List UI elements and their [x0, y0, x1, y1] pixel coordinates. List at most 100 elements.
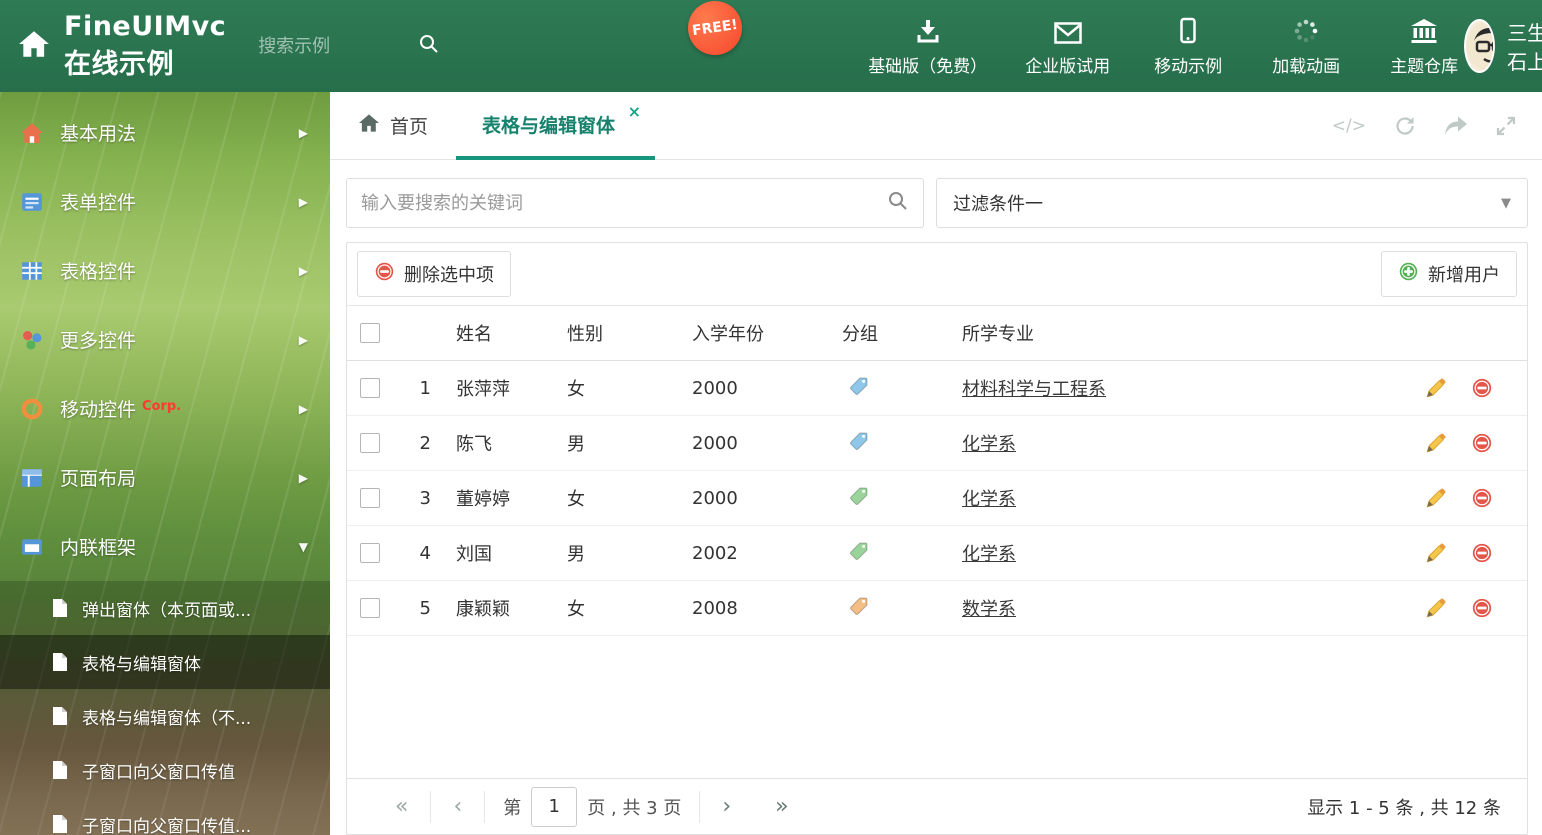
- delete-selected-label: 删除选中项: [404, 265, 494, 285]
- record-count-summary: 显示 1 - 5 条 , 共 12 条: [1307, 797, 1501, 819]
- sidebar-subitem[interactable]: 表格与编辑窗体: [0, 635, 330, 689]
- sidebar-item-label: 移动控件 Corp.: [60, 399, 182, 421]
- logo-group[interactable]: FineUIMvc在线示例: [0, 11, 226, 81]
- nav-enterprise-trial[interactable]: 企业版试用: [1025, 16, 1110, 77]
- add-user-button[interactable]: 新增用户: [1381, 251, 1517, 297]
- edit-pencil-icon[interactable]: [1425, 377, 1447, 399]
- sidebar-item-label: 基本用法: [60, 123, 137, 145]
- filter-dropdown-value: 过滤条件一: [953, 194, 1043, 215]
- user-menu[interactable]: 三生石上 ▼: [1464, 17, 1542, 75]
- row-checkbox[interactable]: [360, 433, 380, 453]
- close-icon[interactable]: ×: [628, 102, 641, 121]
- table-icon: [20, 259, 44, 283]
- page-suffix-label: 页 , 共 3 页: [587, 797, 682, 819]
- sidebar-subitem-label: 子窗口向父窗口传值...: [82, 816, 252, 835]
- row-checkbox[interactable]: [360, 488, 380, 508]
- nav-loading-animation[interactable]: 加载动画: [1266, 16, 1346, 77]
- edit-pencil-icon[interactable]: [1425, 432, 1447, 454]
- last-page-button[interactable]: »: [753, 794, 810, 819]
- row-checkbox[interactable]: [360, 543, 380, 563]
- sidebar-subitem[interactable]: 子窗口向父窗口传值...: [0, 797, 330, 835]
- chevron-right-icon: ▶: [298, 401, 308, 416]
- row-checkbox[interactable]: [360, 378, 380, 398]
- tab-tools: </>: [1332, 92, 1542, 159]
- page-number-group: 第 页 , 共 3 页: [485, 786, 699, 827]
- delete-row-icon[interactable]: [1471, 432, 1493, 454]
- delete-row-icon[interactable]: [1471, 597, 1493, 619]
- sidebar-item-basic-usage[interactable]: 基本用法 ▶: [0, 98, 330, 167]
- edit-pencil-icon[interactable]: [1425, 597, 1447, 619]
- sidebar-subitem[interactable]: 表格与编辑窗体（不...: [0, 689, 330, 743]
- share-icon[interactable]: [1444, 116, 1468, 136]
- select-all-checkbox[interactable]: [360, 323, 380, 343]
- tab-bar: 首页 表格与编辑窗体 × </>: [330, 92, 1542, 160]
- delete-row-icon[interactable]: [1471, 487, 1493, 509]
- mobile-icon: [1180, 16, 1196, 44]
- first-page-button[interactable]: «: [373, 794, 430, 819]
- home-icon: [18, 29, 50, 63]
- header-search[interactable]: [258, 33, 440, 59]
- major-link[interactable]: 材料科学与工程系: [962, 379, 1106, 400]
- column-major: 所学专业: [962, 324, 1034, 345]
- chevron-right-icon: ▶: [298, 263, 308, 278]
- prev-page-button[interactable]: ‹: [431, 794, 484, 819]
- sidebar-item-mobile-controls[interactable]: 移动控件 Corp. ▶: [0, 374, 330, 443]
- sidebar-item-label: 更多控件: [60, 330, 137, 352]
- sidebar-item-form-controls[interactable]: 表单控件 ▶: [0, 167, 330, 236]
- code-icon[interactable]: </>: [1332, 116, 1366, 136]
- sidebar-submenu: 弹出窗体（本页面或... 表格与编辑窗体 表格与编辑窗体（不... 子窗口向父窗…: [0, 581, 330, 835]
- tab-home-label: 首页: [390, 116, 429, 138]
- cell-gender: 女: [567, 379, 585, 400]
- sidebar-subitem[interactable]: 弹出窗体（本页面或...: [0, 581, 330, 635]
- keyword-search-input[interactable]: [361, 192, 887, 214]
- next-page-button[interactable]: ›: [700, 794, 753, 819]
- column-gender: 性别: [567, 324, 603, 345]
- nav-basic-free[interactable]: 基础版（免费）: [868, 16, 987, 77]
- spinner-icon: [1293, 16, 1319, 44]
- avatar[interactable]: [1464, 19, 1496, 73]
- nav-mobile-demo[interactable]: 移动示例: [1148, 16, 1228, 77]
- row-number: 5: [419, 597, 431, 619]
- major-link[interactable]: 化学系: [962, 434, 1016, 455]
- page-number-input[interactable]: [531, 786, 578, 827]
- nav-label: 基础版（免费）: [868, 56, 988, 77]
- header-search-input[interactable]: [258, 35, 409, 57]
- filter-row: 过滤条件一 ▼: [346, 178, 1528, 228]
- chevron-right-icon: ▶: [298, 470, 308, 485]
- delete-selected-button[interactable]: 删除选中项: [357, 251, 511, 297]
- search-icon[interactable]: [418, 33, 440, 59]
- delete-row-icon[interactable]: [1471, 377, 1493, 399]
- delete-row-icon[interactable]: [1471, 542, 1493, 564]
- tag-icon: [848, 540, 870, 567]
- sidebar-subitem-label: 表格与编辑窗体（不...: [82, 708, 252, 729]
- major-link[interactable]: 化学系: [962, 544, 1016, 565]
- tab-home[interactable]: 首页: [330, 92, 456, 159]
- row-number: 1: [419, 377, 431, 399]
- cell-year: 2000: [692, 377, 738, 399]
- tag-icon: [848, 485, 870, 512]
- tab-grid-edit-window[interactable]: 表格与编辑窗体 ×: [456, 92, 656, 160]
- filter-dropdown[interactable]: 过滤条件一 ▼: [936, 178, 1528, 228]
- edit-pencil-icon[interactable]: [1425, 542, 1447, 564]
- major-link[interactable]: 化学系: [962, 489, 1016, 510]
- sidebar-subitem[interactable]: 子窗口向父窗口传值: [0, 743, 330, 797]
- edit-pencil-icon[interactable]: [1425, 487, 1447, 509]
- sidebar-item-more-controls[interactable]: 更多控件 ▶: [0, 305, 330, 374]
- search-icon[interactable]: [887, 190, 909, 216]
- nav-label: 企业版试用: [1025, 56, 1111, 77]
- sidebar-item-inline-frame[interactable]: 内联框架 ▼: [0, 512, 330, 581]
- sidebar-item-table-controls[interactable]: 表格控件 ▶: [0, 236, 330, 305]
- nav-theme-store[interactable]: 主题仓库: [1384, 16, 1464, 77]
- expand-icon[interactable]: [1496, 116, 1516, 136]
- sidebar-item-page-layout[interactable]: 页面布局 ▶: [0, 443, 330, 512]
- file-icon: [52, 598, 68, 618]
- row-number: 3: [419, 487, 431, 509]
- sidebar: 基本用法 ▶ 表单控件 ▶ 表格控件 ▶ 更多控件 ▶ 移动控件 Corp. ▶…: [0, 92, 330, 835]
- major-link[interactable]: 数学系: [962, 599, 1016, 620]
- page-prefix-label: 第: [503, 797, 522, 819]
- row-checkbox[interactable]: [360, 598, 380, 618]
- add-user-label: 新增用户: [1428, 265, 1500, 285]
- keyword-search-box[interactable]: [346, 178, 924, 228]
- refresh-icon[interactable]: [1394, 115, 1416, 137]
- file-icon: [52, 652, 68, 672]
